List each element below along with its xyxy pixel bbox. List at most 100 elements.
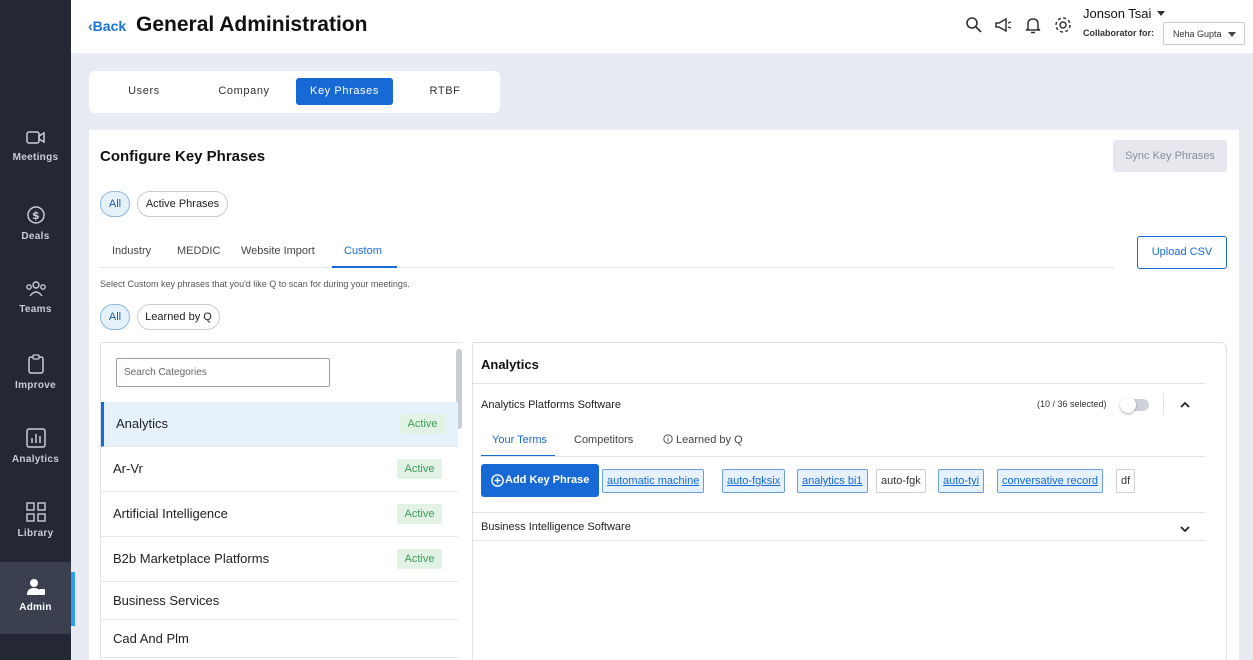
top-header: ‹Back General Administration Jonson Tsai…	[71, 0, 1253, 53]
dollar-icon: $	[26, 206, 45, 224]
nav-label: Teams	[19, 304, 52, 315]
source-learned-by-q-pill[interactable]: Learned by Q	[137, 304, 220, 330]
tab-competitors[interactable]: Competitors	[574, 434, 633, 446]
sync-key-phrases-button[interactable]: Sync Key Phrases	[1113, 140, 1227, 172]
tab-learned-by-q[interactable]: Learned by Q	[663, 434, 743, 446]
page-title: General Administration	[136, 13, 368, 36]
key-phrase-chip[interactable]: auto-tyi	[938, 469, 985, 493]
subtab-active-underline	[332, 266, 397, 268]
selected-count: (10 / 36 selected)	[1037, 399, 1107, 409]
divider	[473, 540, 1205, 541]
search-icon[interactable]	[965, 16, 983, 34]
key-phrase-chip[interactable]: auto-fgksix	[722, 469, 786, 493]
category-row[interactable]: Business Services	[101, 582, 458, 620]
clipboard-icon	[27, 354, 44, 374]
nav-item-improve[interactable]: Improve	[0, 354, 71, 391]
add-key-phrase-label: Add Key Phrase	[505, 474, 590, 486]
category-name: Ar-Vr	[113, 461, 143, 476]
filter-all-pill[interactable]: All	[100, 191, 130, 217]
nav-item-library[interactable]: Library	[0, 502, 71, 539]
nav-label: Deals	[21, 231, 50, 242]
status-badge: Active	[397, 459, 442, 479]
category-name: Artificial Intelligence	[113, 506, 228, 521]
category-row[interactable]: Ar-Vr Active	[101, 447, 458, 492]
tab-key-phrases[interactable]: Key Phrases	[296, 78, 393, 105]
divider	[473, 512, 1205, 513]
category-list: Search Categories Analytics Active Ar-Vr…	[100, 342, 462, 660]
subtab-website-import[interactable]: Website Import	[241, 245, 315, 257]
status-badge: Active	[400, 414, 445, 434]
nav-label: Library	[17, 528, 54, 539]
filter-active-phrases-pill[interactable]: Active Phrases	[137, 191, 228, 217]
svg-text:$: $	[32, 209, 40, 222]
category-name: Analytics	[116, 416, 169, 431]
category-name: B2b Marketplace Platforms	[113, 551, 270, 566]
category-row[interactable]: Artificial Intelligence Active	[101, 492, 458, 537]
upload-csv-button[interactable]: Upload CSV	[1137, 236, 1227, 269]
detail-title: Analytics	[481, 357, 539, 372]
nav-label: Admin	[19, 602, 52, 613]
tab-rtbf[interactable]: RTBF	[405, 78, 485, 105]
tab-users[interactable]: Users	[103, 78, 185, 105]
admin-tabs: Users Company Key Phrases RTBF	[89, 71, 500, 113]
back-label: Back	[92, 18, 127, 34]
caret-down-icon[interactable]	[1157, 11, 1165, 16]
tab-label: Learned by Q	[676, 434, 743, 446]
video-icon	[25, 131, 45, 144]
key-phrase-chip[interactable]: df	[1116, 469, 1136, 493]
category-row[interactable]: B2b Marketplace Platforms Active	[101, 537, 458, 582]
divider	[473, 383, 1205, 384]
source-all-pill[interactable]: All	[100, 304, 130, 330]
subtab-industry[interactable]: Industry	[112, 245, 151, 257]
chevron-down-icon[interactable]	[1179, 523, 1191, 535]
collaborator-label: Collaborator for:	[1083, 28, 1154, 38]
megaphone-icon[interactable]	[994, 16, 1012, 34]
search-categories-input[interactable]: Search Categories	[116, 358, 330, 387]
nav-label: Meetings	[12, 152, 59, 163]
grid-icon	[25, 502, 46, 522]
nav-item-teams[interactable]: Teams	[0, 280, 71, 315]
info-icon	[663, 434, 673, 444]
section-title: Configure Key Phrases	[100, 148, 266, 165]
bell-icon[interactable]	[1024, 16, 1042, 34]
nav-label: Analytics	[11, 454, 60, 465]
nav-item-admin[interactable]: Admin	[0, 562, 75, 634]
nav-item-deals[interactable]: $ Deals	[0, 205, 71, 242]
left-nav: Meetings $ Deals Teams Improve Analytics…	[0, 0, 75, 660]
user-name[interactable]: Jonson Tsai	[1083, 6, 1151, 21]
category-detail-panel: Analytics Analytics Platforms Software (…	[472, 342, 1227, 660]
nav-item-meetings[interactable]: Meetings	[0, 130, 71, 163]
divider	[1163, 393, 1164, 415]
plus-circle-icon	[491, 474, 504, 487]
subtab-custom[interactable]: Custom	[344, 245, 382, 257]
subtab-divider	[100, 267, 1114, 268]
chevron-up-icon[interactable]	[1179, 399, 1191, 411]
group-title[interactable]: Business Intelligence Software	[481, 521, 631, 533]
category-name: Business Services	[113, 593, 220, 608]
status-badge: Active	[397, 549, 442, 569]
tab-company[interactable]: Company	[200, 78, 288, 105]
category-row[interactable]: Analytics Active	[101, 402, 458, 447]
tab-your-terms[interactable]: Your Terms	[492, 434, 547, 446]
team-icon	[25, 281, 46, 297]
gear-icon[interactable]	[1054, 16, 1072, 34]
bar-chart-icon	[25, 428, 46, 448]
divider	[481, 456, 1205, 457]
key-phrase-chip[interactable]: analytics bi1	[797, 469, 868, 493]
helper-text: Select Custom key phrases that you'd lik…	[100, 279, 410, 289]
admin-user-icon	[26, 579, 45, 595]
nav-item-analytics[interactable]: Analytics	[0, 428, 71, 465]
subtab-meddic[interactable]: MEDDIC	[177, 245, 220, 257]
group-title[interactable]: Analytics Platforms Software	[481, 399, 621, 411]
nav-label: Improve	[14, 380, 56, 391]
back-link[interactable]: ‹Back	[88, 18, 126, 34]
active-indicator	[71, 572, 75, 626]
key-phrase-chip[interactable]: conversative record	[997, 469, 1103, 493]
add-key-phrase-button[interactable]: Add Key Phrase	[481, 464, 599, 497]
key-phrase-chip[interactable]: auto-fgk	[876, 469, 926, 493]
category-row[interactable]: Cad And Plm	[101, 620, 458, 658]
status-badge: Active	[397, 504, 442, 524]
select-all-toggle[interactable]	[1120, 397, 1149, 413]
collaborator-select[interactable]: Neha Gupta	[1163, 22, 1245, 45]
key-phrase-chip[interactable]: automatic machine	[602, 469, 705, 493]
